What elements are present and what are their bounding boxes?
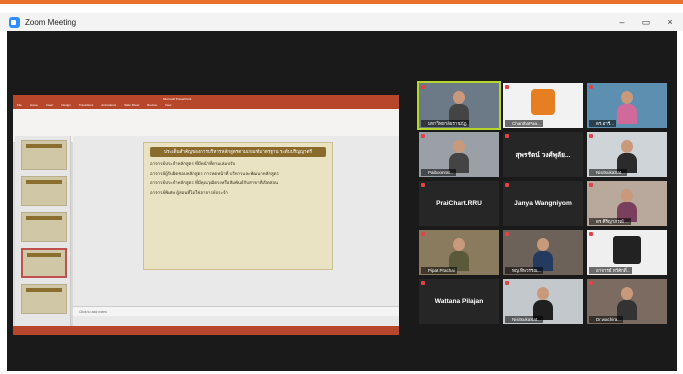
participant-video <box>533 287 553 320</box>
powerpoint-body: ประเด็นสำคัญของการบริหารหลักสูตรตามเกณฑ์… <box>13 136 399 326</box>
participant-tile[interactable]: Wattana Pilajan <box>419 279 499 324</box>
participant-tile[interactable]: Paiboonrat... <box>419 132 499 177</box>
mic-muted-icon <box>505 183 509 187</box>
slide-thumbnail-selected <box>21 248 67 278</box>
mic-muted-icon <box>589 134 593 138</box>
logo-avatar <box>613 236 641 264</box>
participant-name-display: สุพรรัตน์ วงศ์พุลัย... <box>515 152 571 159</box>
logo-avatar <box>531 89 555 115</box>
slide-thumbnails <box>15 136 71 326</box>
mic-muted-icon <box>421 281 425 285</box>
participant-tile[interactable]: NisitsukaSat... <box>503 279 583 324</box>
participant-tile[interactable]: สุพรรัตน์ วงศ์พุลัย... <box>503 132 583 177</box>
participant-tile[interactable]: หญ.ทิพวรรณ... <box>503 230 583 275</box>
participant-video <box>617 287 637 320</box>
window-titlebar: Zoom Meeting – ▭ × <box>0 13 683 31</box>
powerpoint-titlebar: Microsoft PowerPoint <box>13 95 399 102</box>
slide-bullet: อาจารย์ประจำหลักสูตร ที่มีคุณวุฒิตรงหรือ… <box>150 180 278 186</box>
participant-tile[interactable]: มหาวิทยาลัยราชภัฏ <box>417 81 501 130</box>
participant-video <box>449 238 469 271</box>
participant-video <box>449 91 469 124</box>
mic-muted-icon <box>589 281 593 285</box>
shared-screen[interactable]: Microsoft PowerPoint File Home Insert De… <box>13 95 399 335</box>
powerpoint-tab: Design <box>61 103 71 107</box>
powerpoint-tab: Review <box>147 103 157 107</box>
participant-tile[interactable]: Dr.wachira... <box>587 279 667 324</box>
slide-thumbnail <box>21 140 67 170</box>
meeting-stage: Microsoft PowerPoint File Home Insert De… <box>7 31 677 371</box>
participant-tile[interactable]: Pipat Prachai <box>419 230 499 275</box>
powerpoint-tab: Transitions <box>78 103 94 107</box>
mic-muted-icon <box>421 85 425 89</box>
slide-notes: Click to add notes <box>73 306 399 316</box>
powerpoint-tabs: File Home Insert Design Transitions Anim… <box>13 102 399 109</box>
window-title: Zoom Meeting <box>25 17 77 27</box>
top-accent-bar <box>0 0 683 4</box>
slide-canvas: ประเด็นสำคัญของการบริหารหลักสูตรตามเกณฑ์… <box>73 136 399 326</box>
window-controls: – ▭ × <box>615 15 677 29</box>
powerpoint-tab: Insert <box>45 103 54 107</box>
close-button[interactable]: × <box>663 15 677 29</box>
powerpoint-tab: Home <box>29 103 38 107</box>
slide-bullet: อาจารย์ประจำหลักสูตร ที่มีหน้าที่ตามเล่ม… <box>150 161 236 166</box>
participant-video <box>533 238 553 271</box>
mic-muted-icon <box>589 85 593 89</box>
participant-video <box>617 91 637 124</box>
slide-bullet: อาจารย์ผู้รับผิดชอบหลักสูตร การทดหน้าที่… <box>150 170 279 176</box>
mic-muted-icon <box>505 134 509 138</box>
powerpoint-tab: View <box>164 103 172 107</box>
current-slide: ประเด็นสำคัญของการบริหารหลักสูตรตามเกณฑ์… <box>143 142 333 270</box>
mic-muted-icon <box>505 85 509 89</box>
zoom-logo-icon <box>9 16 20 28</box>
participant-name: Dr.wachira... <box>589 316 624 323</box>
mic-muted-icon <box>421 134 425 138</box>
participant-name: NisitsukaSat... <box>589 169 627 176</box>
mic-muted-icon <box>421 232 425 236</box>
participant-name: อาจารย์ ทวีศักดิ์... <box>589 267 633 274</box>
participant-name: ดร.ศิริญาภรณ์ ... <box>589 218 631 225</box>
mic-muted-icon <box>421 183 425 187</box>
participant-name: หญ.ทิพวรรณ... <box>505 267 544 274</box>
mic-muted-icon <box>589 183 593 187</box>
participant-name-display: PraiChart.RRU <box>436 200 482 207</box>
slide-thumbnail <box>21 212 67 242</box>
participant-tile[interactable]: Janya Wangniyom <box>503 181 583 226</box>
participant-name-display: Janya Wangniyom <box>514 200 572 207</box>
mic-muted-icon <box>589 232 593 236</box>
mic-muted-icon <box>505 281 509 285</box>
participant-video <box>617 140 637 173</box>
participant-tile[interactable]: NisitsukaSat... <box>587 132 667 177</box>
slide-thumbnail <box>21 284 67 314</box>
mic-muted-icon <box>505 232 509 236</box>
maximize-button[interactable]: ▭ <box>639 15 653 29</box>
powerpoint-tab: Slide Show <box>124 103 140 107</box>
powerpoint-app-title: Microsoft PowerPoint <box>163 96 192 101</box>
participant-name: มหาวิทยาลัยราชภัฏ <box>421 120 469 127</box>
participant-name: ดร.อารี... <box>589 120 616 127</box>
participant-name-display: Wattana Pilajan <box>434 298 484 305</box>
slide-bullet: อาจารย์พิเศษ ผู้สอนที่ไม่ใช่อาจารย์ประจำ <box>150 189 228 195</box>
participant-name: Pipat Prachai <box>421 267 457 274</box>
participant-tile[interactable]: PraiChart.RRU <box>419 181 499 226</box>
participant-name: ChanthaPaa... <box>505 120 543 127</box>
participant-name: Paiboonrat... <box>421 169 456 176</box>
participant-tile[interactable]: อาจารย์ ทวีศักดิ์... <box>587 230 667 275</box>
slide-thumbnail <box>21 176 67 206</box>
slide-title: ประเด็นสำคัญของการบริหารหลักสูตรตามเกณฑ์… <box>150 147 326 157</box>
powerpoint-tab: File <box>17 103 22 107</box>
participant-tile[interactable]: ดร.อารี... <box>587 83 667 128</box>
participant-video <box>449 140 469 173</box>
participant-name: NisitsukaSat... <box>505 316 543 323</box>
minimize-button[interactable]: – <box>615 15 629 29</box>
powerpoint-statusbar <box>13 326 399 335</box>
participant-video <box>617 189 637 222</box>
participant-tile[interactable]: ดร.ศิริญาภรณ์ ... <box>587 181 667 226</box>
participant-tile[interactable]: ChanthaPaa... <box>503 83 583 128</box>
powerpoint-tab: Animations <box>101 103 117 107</box>
